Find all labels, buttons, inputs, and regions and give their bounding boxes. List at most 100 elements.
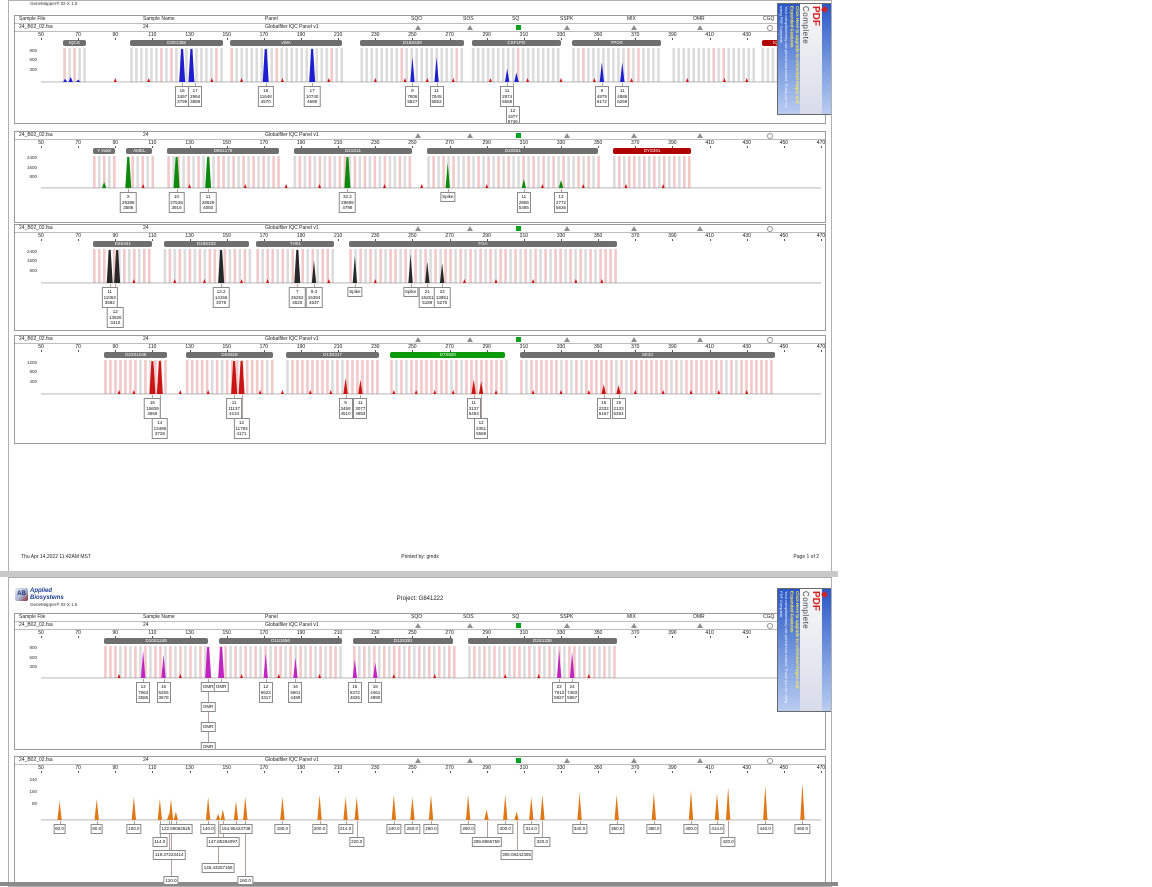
sqo-flag-icon [415,133,421,138]
watermark-upgrade-link[interactable]: Click Here to upgrade to Unlimited Pages… [789,589,801,711]
panel-name: Globalfiler IQC Panel v1 [265,132,319,138]
allele-call-box: 250.0 [404,824,421,834]
panel-header-columns: Sample File Sample Name Panel SQO SOS SQ SSPK M… [15,16,825,24]
allele-call-box: 12 13926 3410 [107,307,124,328]
allele-call-box: 100.0 [126,824,142,834]
allele-call-box: 9 3468 4510 [338,398,353,419]
allele-call-box: 122.59062625 [159,824,193,834]
locus-marker-bar[interactable]: DYS391 [613,148,691,154]
column-header: SOS [463,16,474,22]
locus-marker-bar[interactable]: D22S1045 [104,352,168,358]
project-title: Project: G841222 [396,596,444,602]
locus-marker-bar[interactable]: D8S1179 [167,148,279,154]
locus-marker-bar[interactable]: D5S818 [185,352,274,358]
locus-marker-bar[interactable]: TH01 [256,241,335,247]
allele-call-box: 60.0 [53,824,66,834]
allele-call-box: Spike [402,287,419,297]
locus-marker-bar[interactable]: D2S441 [93,241,153,247]
sample-file: 24_B02_02.fsa [19,132,53,138]
size-ruler: 50 70 90 110 130 150 170 190 210 230 250 270 290 310 3… [15,630,825,638]
size-ruler: 50 70 90 110 130 150 170 190 210 230 250 270 290 310 3… [15,32,825,40]
locus-marker-bar[interactable]: D7S820 [390,352,506,358]
sq-flag-icon [516,758,521,763]
locus-marker-bar[interactable]: D10S1248 [104,638,209,644]
column-header: SQO [411,16,423,22]
locus-marker-bar[interactable]: D3S1358 [130,40,223,46]
locus-marker-bar[interactable]: AMEL [126,148,153,154]
allele-call-box: 11 28629 4050 [199,192,217,213]
marker-row: D2S441 D19S433 TH01 FGA [15,241,825,248]
electropherogram-panel: Sample File Sample Name Panel SQO SOS SQ SSPK M… [14,613,826,750]
allele-labels: 16 3497 3799 17 2994 3899 16 11648 4570 17 10740 46… [15,83,825,123]
locus-marker-bar[interactable]: FGA [349,241,617,247]
allele-call-box: OMR [200,742,216,749]
allele-call-box: 13 2772 5636 [553,192,569,213]
cgq-flag-icon [767,133,773,139]
allele-call-box: 13 7963 3586 [136,682,151,703]
allele-call-box: 11 11063 3582 [101,287,118,308]
panel-header-values: 24_B02_02.fsa 24 Globalfiler IQC Panel v1 [15,622,825,630]
allele-call-box: 17 10740 4699 [303,86,321,107]
pdf-logo-text: PDF [810,6,821,26]
allele-call-box: 11 2974 5668 [500,86,515,107]
trace-plot: 1200 800 400 [15,359,825,395]
label-connector [356,821,358,837]
pdf-complete-watermark[interactable]: Your complimentary use period has ended.… [777,588,831,712]
sspk-flag-icon [564,758,570,763]
mix-flag-icon [631,337,637,342]
locus-marker-bar[interactable]: D16S539 [360,40,465,46]
locus-marker-bar[interactable]: SE33 [520,352,775,358]
locus-marker-bar[interactable]: CSF1PO [471,40,561,46]
sample-file: 24_B02_02.fsa [19,24,53,30]
allele-call-box: 16 2332 6167 [596,398,611,419]
column-header: SOS [463,614,474,620]
complete-logo-text: Complete [801,6,810,45]
locus-marker-bar[interactable]: TPOX [572,40,662,46]
allele-call-box: 12 2351 5568 [474,418,489,439]
allele-call-box: 11 7845 5852 [429,86,444,107]
locus-marker-bar[interactable]: D19S433 [163,241,249,247]
allele-call-box: 11 2866 5485 [516,192,531,213]
sos-flag-icon [467,226,473,231]
allele-call-box: 16 3497 3799 [175,86,190,107]
mix-flag-icon [631,758,637,763]
panel-name: Globalfiler IQC Panel v1 [265,225,319,231]
label-connector [481,395,483,418]
watermark-upgrade-link[interactable]: Click Here to upgrade to Unlimited Pages… [789,4,801,114]
ab-logo-mark: AB [15,588,28,601]
cgq-flag-icon [767,337,773,343]
allele-call-box: 13.2 14156 4075 [212,287,230,308]
cgq-flag-icon [767,226,773,232]
sample-file: 24_B02_02.fsa [19,622,53,628]
sq-flag-icon [516,623,521,628]
panel-name: Globalfiler IQC Panel v1 [265,24,319,30]
sq-flag-icon [516,226,521,231]
allele-call-box: 23 7913 5927 [552,682,567,703]
locus-marker-bar[interactable]: D18S51 [427,148,599,154]
locus-marker-bar[interactable]: vWA [230,40,342,46]
column-header: Sample File [19,16,46,22]
allele-call-box: 214.0 [337,824,354,834]
watermark-notice: Your complimentary use period has ended.… [779,591,789,704]
column-header: SQO [411,614,423,620]
allele-call-box: 220.0 [349,837,365,847]
allele-call-box: 260.0 [423,824,439,834]
allele-call-box: 16 15609 3669 [144,398,161,419]
locus-marker-bar[interactable]: D2S1338 [468,638,617,644]
pdf-complete-watermark[interactable]: Your complimentary use period has ended.… [777,3,831,115]
trace-plot: 2400 1600 800 [15,155,825,189]
locus-marker-bar[interactable]: D1S1656 [219,638,342,644]
sspk-flag-icon [564,226,570,231]
allele-call-box: 16 5601 4489 [288,682,303,703]
omr-flag-icon [697,758,703,763]
electropherogram-panel: Sample File Sample Name Panel SQO SOS SQ SSPK M… [14,15,826,124]
locus-marker-bar[interactable]: D13S317 [286,352,379,358]
omr-flag-icon [697,623,703,628]
allele-call-box: 420.0 [720,837,736,847]
panel-header-columns: Sample File Sample Name Panel SQO SOS SQ SSPK M… [15,614,825,622]
allele-call-box: 12 1977 5746 [505,106,520,123]
locus-marker-bar[interactable]: Y indel [93,148,116,154]
locus-marker-bar[interactable]: D21S11 [293,148,413,154]
locus-marker-bar[interactable]: D12S391 [353,638,454,644]
locus-marker-bar[interactable]: IQCS [63,40,86,46]
